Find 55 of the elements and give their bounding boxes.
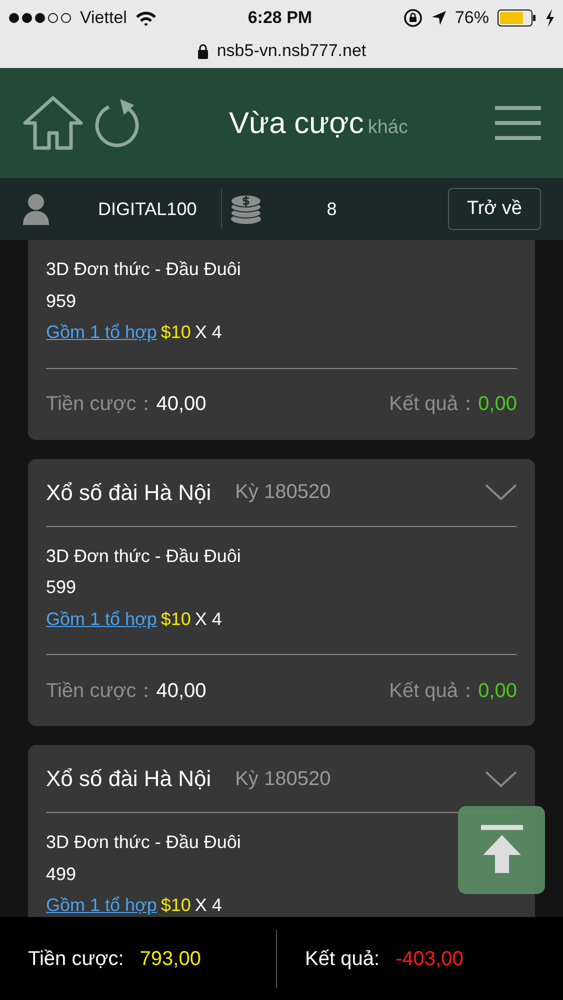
carrier-name: Viettel: [80, 7, 127, 30]
page-title: Vừa cược: [228, 106, 364, 142]
stake-amount: 40,00: [156, 678, 206, 704]
battery-icon: [496, 9, 537, 27]
lock-icon: [196, 44, 209, 58]
stake-label: Tiền cược：: [46, 678, 156, 704]
bet-number: 959: [46, 290, 76, 310]
home-button[interactable]: [22, 95, 84, 151]
total-stake: 793,00: [140, 946, 201, 972]
bet-type: 3D Đơn thức - Đầu Đuôi: [46, 832, 241, 852]
arrow-up-icon: [478, 825, 524, 875]
user-icon: [22, 193, 50, 225]
status-time: 6:28 PM: [248, 7, 312, 30]
multiplier: X 4: [194, 894, 222, 917]
menu-button[interactable]: [495, 105, 541, 141]
multiplier: X 4: [194, 608, 222, 630]
wifi-icon: [134, 10, 157, 26]
bet-number: 599: [46, 577, 76, 597]
bet-type: 3D Đơn thức - Đầu Đuôi: [46, 259, 241, 279]
battery-percent: 76%: [454, 7, 489, 30]
lottery-name: Xổ số đài Hà Nội: [46, 478, 212, 506]
chevron-down-icon[interactable]: [485, 483, 517, 501]
scroll-to-top-button[interactable]: [458, 806, 545, 894]
page-url: nsb5-vn.nsb777.net: [216, 40, 366, 62]
back-button[interactable]: Trở về: [448, 188, 541, 230]
signal-icon: [8, 12, 72, 24]
combo-link[interactable]: Gồm 1 tổ hợp: [46, 890, 157, 917]
charging-icon: [544, 9, 555, 27]
total-result-label: Kết quả:: [305, 946, 380, 972]
combo-link[interactable]: Gồm 1 tổ hợp: [46, 317, 157, 348]
draw-period: Kỳ 180520: [235, 480, 331, 505]
combo-link[interactable]: Gồm 1 tổ hợp: [46, 604, 157, 635]
total-stake-label: Tiền cược:: [28, 946, 124, 972]
lottery-name: Xổ số đài Hà Nội: [46, 765, 212, 793]
unit-price: $10: [160, 608, 191, 630]
balance: 8: [326, 198, 338, 220]
coins-icon: [230, 193, 262, 225]
stake-label: Tiền cược：: [46, 392, 156, 417]
unit-price: $10: [160, 321, 191, 344]
page-subtitle: khác: [368, 116, 408, 140]
draw-period: Kỳ 180520: [235, 766, 331, 792]
stake-amount: 40,00: [156, 392, 206, 417]
result-label: Kết quả：: [389, 678, 478, 704]
result-label: Kết quả：: [389, 392, 478, 417]
unit-price: $10: [160, 894, 191, 917]
rotation-lock-icon: [402, 8, 423, 28]
total-result: -403,00: [396, 946, 464, 972]
bet-number: 499: [46, 864, 76, 884]
chevron-down-icon[interactable]: [485, 770, 517, 788]
username: DIGITAL100: [98, 198, 197, 220]
multiplier: X 4: [194, 321, 222, 344]
result-amount: 0,00: [478, 678, 517, 704]
location-arrow-icon: [430, 10, 447, 26]
bet-type: 3D Đơn thức - Đầu Đuôi: [46, 546, 241, 566]
result-amount: 0,00: [478, 392, 517, 417]
